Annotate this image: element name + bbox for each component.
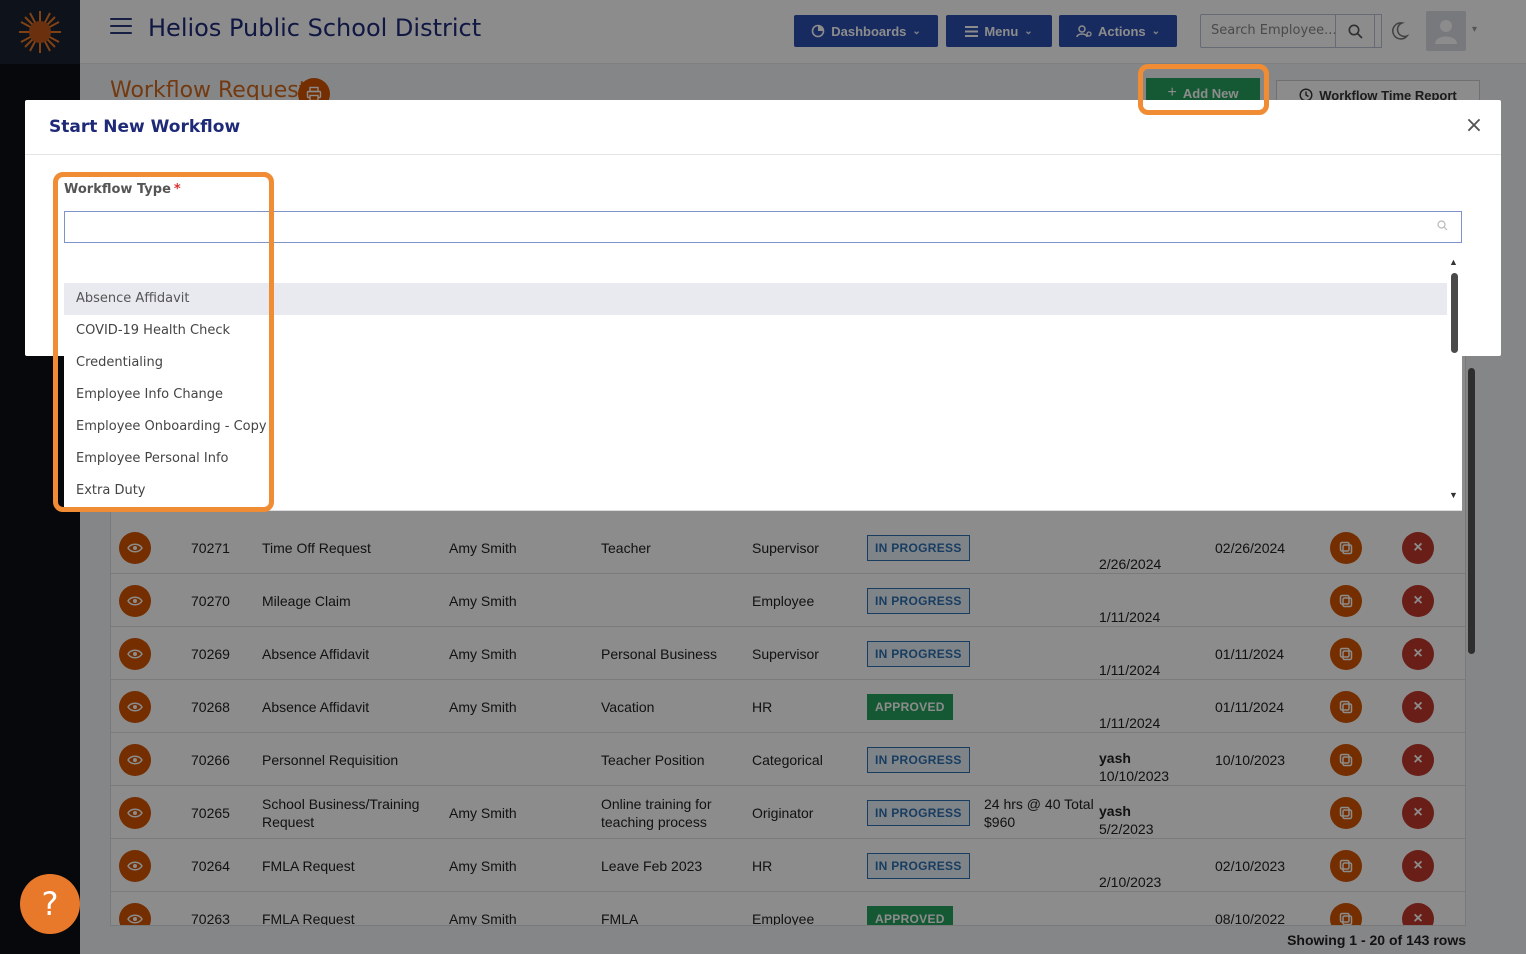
close-icon[interactable]: × <box>1463 113 1485 138</box>
workflow-option[interactable]: Employee Personal Info <box>64 443 1447 475</box>
workflow-type-options: Absence Affidavit COVID-19 Health Check Cr… <box>64 250 1462 511</box>
workflow-type-label: Workflow Type * <box>64 182 181 197</box>
workflow-option[interactable]: Employee Info Change <box>64 379 1447 411</box>
required-marker: * <box>173 182 181 197</box>
search-icon <box>1437 220 1448 231</box>
dropdown-scrollbar-thumb[interactable] <box>1451 273 1458 353</box>
workflow-option[interactable]: Credentialing <box>64 347 1447 379</box>
modal-title: Start New Workflow <box>49 117 241 137</box>
help-button[interactable]: ? <box>20 874 80 934</box>
workflow-type-search-input[interactable] <box>64 211 1462 243</box>
scroll-up-icon[interactable]: ▲ <box>1449 257 1458 267</box>
workflow-type-label-text: Workflow Type <box>64 182 171 197</box>
workflow-option[interactable]: Extra Duty <box>64 475 1447 507</box>
workflow-option[interactable]: Employee Onboarding - Copy <box>64 411 1447 443</box>
modal-header: Start New Workflow × <box>25 100 1501 155</box>
workflow-option[interactable]: Absence Affidavit <box>64 283 1447 315</box>
workflow-option[interactable]: COVID-19 Health Check <box>64 315 1447 347</box>
scroll-down-icon[interactable]: ▼ <box>1449 490 1458 500</box>
